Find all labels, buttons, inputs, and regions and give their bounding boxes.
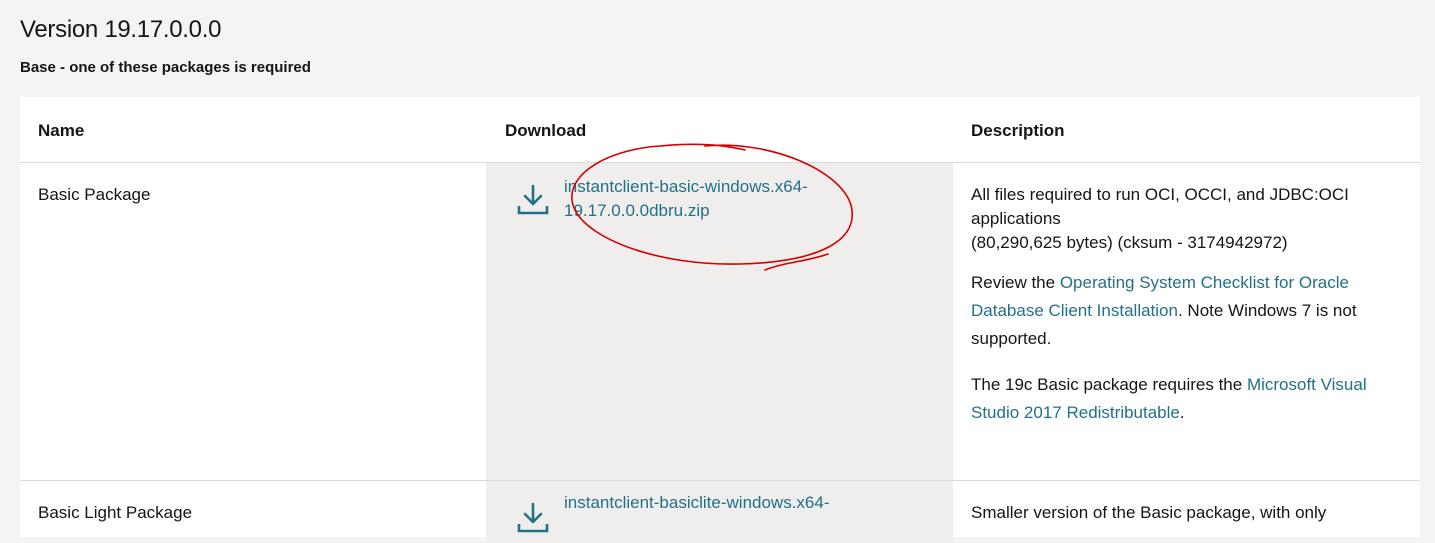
packages-table: Name Download Description Basic Package … xyxy=(20,97,1420,543)
desc-line: applications xyxy=(971,209,1061,228)
row-divider xyxy=(20,480,1420,481)
desc-line: All files required to run OCI, OCCI, and… xyxy=(971,185,1349,204)
page-title: Version 19.17.0.0.0 xyxy=(20,16,222,43)
header-name: Name xyxy=(38,121,85,140)
download-icon[interactable] xyxy=(516,183,550,217)
requirement-note: The 19c Basic package requires the Micro… xyxy=(971,371,1401,427)
download-link-line2: 19.17.0.0.0dbru.zip xyxy=(564,201,710,220)
header-description: Description xyxy=(971,121,1065,140)
package-description: All files required to run OCI, OCCI, and… xyxy=(971,183,1401,427)
package-name: Basic Package xyxy=(38,185,151,204)
download-link-basic[interactable]: instantclient-basic-windows.x64- 19.17.0… xyxy=(564,175,844,223)
review-prefix: Review the xyxy=(971,273,1060,292)
download-icon[interactable] xyxy=(516,501,550,535)
download-link-basiclite[interactable]: instantclient-basiclite-windows.x64- xyxy=(564,491,844,515)
table-header: Name Download Description xyxy=(20,97,1420,163)
header-download: Download xyxy=(505,121,587,140)
section-subtitle: Base - one of these packages is required xyxy=(20,59,311,76)
package-name: Basic Light Package xyxy=(38,503,193,522)
desc-size: (80,290,625 bytes) (cksum - 3174942972) xyxy=(971,233,1288,252)
package-description: Smaller version of the Basic package, wi… xyxy=(971,503,1327,522)
download-link-line1: instantclient-basic-windows.x64- xyxy=(564,177,808,196)
req-suffix: . xyxy=(1179,403,1185,422)
req-prefix: The 19c Basic package requires the xyxy=(971,375,1247,394)
review-note: Review the Operating System Checklist fo… xyxy=(971,269,1401,353)
